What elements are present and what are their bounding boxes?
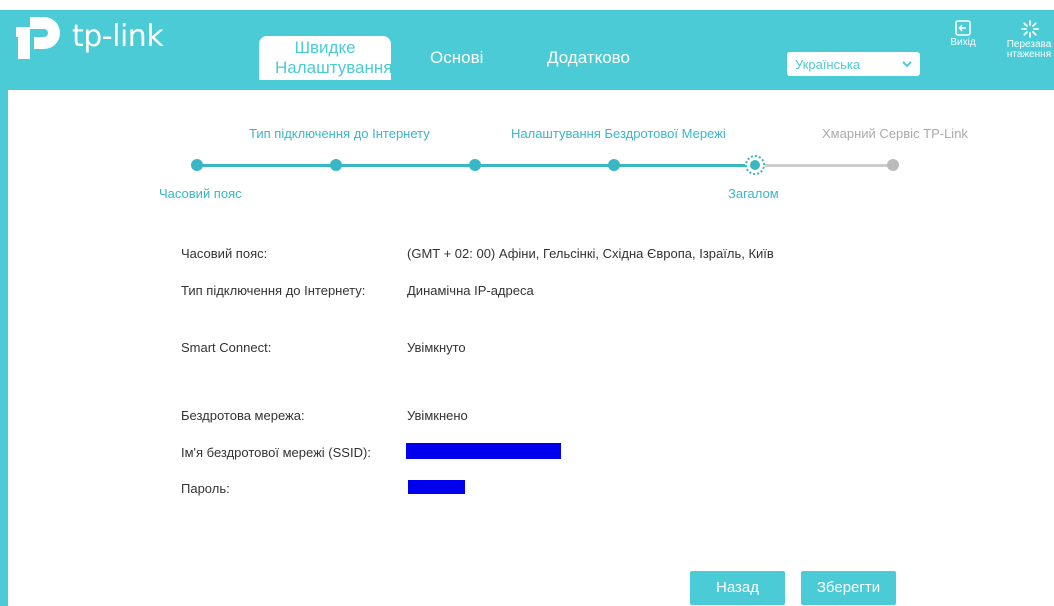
step-label-wireless: Налаштування Бездротової Мережі [511,126,726,141]
step-label-connection: Тип підключення до Інтернету [249,126,430,141]
language-select[interactable]: Українська [787,52,920,76]
tab-advanced-label: Додатково [547,48,630,67]
password-label: Пароль: [181,481,230,496]
step-label-summary: Загалом [728,186,779,201]
language-selected-value: Українська [795,57,861,72]
step-dot-3 [469,159,481,171]
save-button-label: Зберегти [816,579,881,596]
step-dot-wireless [608,159,620,171]
connection-type-value: Динамічна IP-адреса [407,283,534,298]
logout-button[interactable]: Вихід [945,20,981,48]
step-label-timezone: Часовий пояс [159,186,242,201]
password-value-redacted [408,480,465,494]
reboot-label: Перезава нтаження [1006,39,1052,60]
tp-link-logo: tp-link [12,12,164,60]
ssid-label: Ім'я бездротової мережі (SSID): [181,445,371,460]
left-accent-strip [0,90,8,606]
tab-quick-setup-label: Швидке Налаштування [275,38,393,77]
timezone-value: (GMT + 02: 00) Афіни, Гельсінкі, Східна … [407,246,774,261]
save-button[interactable]: Зберегти [801,571,896,605]
reboot-icon [1021,20,1039,38]
wireless-value: Увімкнено [407,408,468,423]
ssid-value-redacted [406,443,561,459]
step-dot-cloud [887,159,899,171]
tab-basic-label: Основі [430,48,484,67]
tp-link-logo-icon [16,17,60,59]
logo-text: tp-link [72,18,164,54]
reboot-button[interactable]: Перезава нтаження [1003,20,1054,60]
smart-connect-label: Smart Connect: [181,340,272,355]
timezone-label: Часовий пояс: [181,246,268,261]
tab-basic[interactable]: Основі [430,48,483,94]
logout-icon [955,20,971,36]
smart-connect-value: Увімкнуто [407,340,466,355]
tab-advanced[interactable]: Додатково [547,48,630,94]
back-button-label: Назад [716,579,759,596]
step-dot-connection [330,159,342,171]
chevron-down-icon [902,61,912,68]
step-dot-summary [745,155,765,175]
back-button[interactable]: Назад [690,571,785,605]
wireless-label: Бездротова мережа: [181,408,305,423]
tab-quick-setup[interactable]: Швидке Налаштування [259,36,393,80]
logout-label: Вихід [950,37,976,48]
step-dot-timezone [191,159,203,171]
connection-type-label: Тип підключення до Інтернету: [181,283,366,298]
progress-track-todo [755,164,893,167]
step-label-cloud: Хмарний Сервіс TP-Link [822,126,968,141]
